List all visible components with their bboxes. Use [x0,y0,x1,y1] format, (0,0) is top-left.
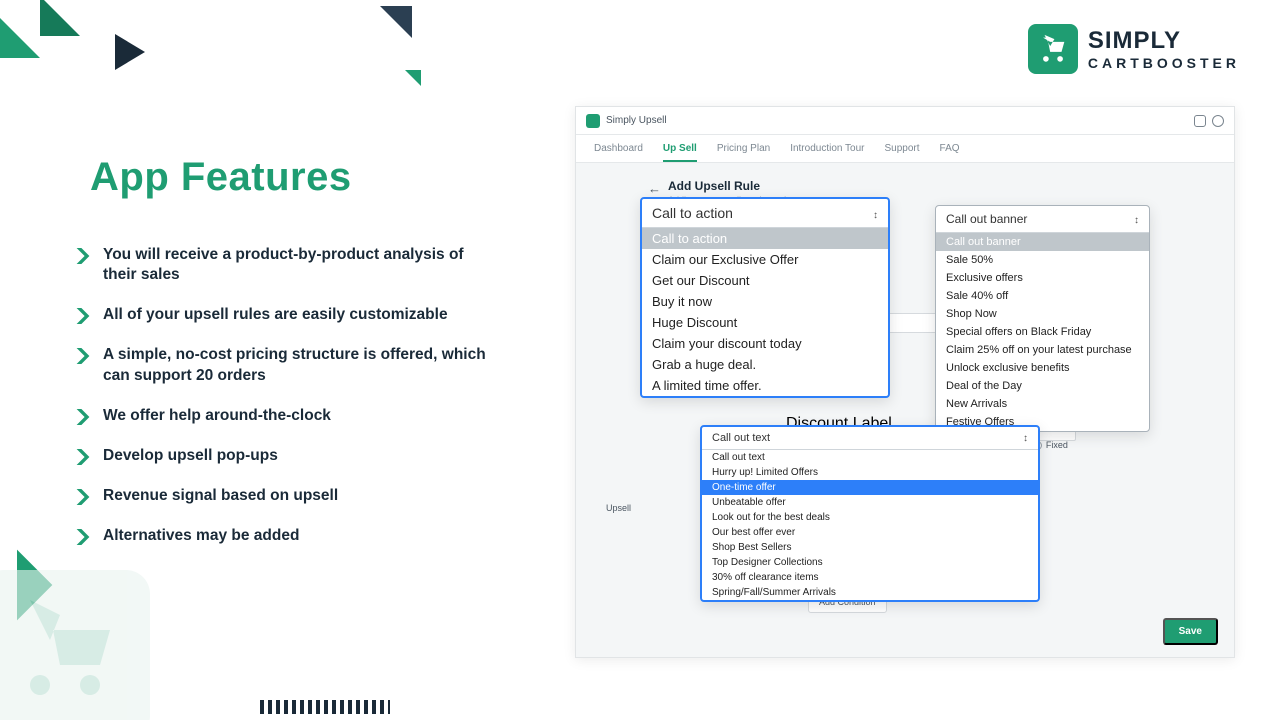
brand-logo-icon [1028,24,1078,74]
chevron-icon [75,489,91,505]
feature-item: Develop upsell pop-ups [75,446,495,466]
caret-icon [873,205,878,221]
brand-name-1: SIMPLY [1088,29,1240,53]
deco-hash [260,700,390,714]
dropdown-option[interactable]: Exclusive offers [936,269,1149,287]
dropdown-option[interactable]: Call to action [642,228,888,249]
dropdown-option[interactable]: Get our Discount [642,270,888,291]
dropdown-option[interactable]: Shop Best Sellers [702,540,1038,555]
dropdown-option[interactable]: Our best offer ever [702,525,1038,540]
dropdown-selected: Call out banner [946,212,1027,226]
tab-faq[interactable]: FAQ [940,143,960,154]
feature-item: A simple, no-cost pricing structure is o… [75,345,495,385]
dropdown-callout-banner[interactable]: Call out banner Call out banner Sale 50%… [935,205,1150,432]
feature-text: Alternatives may be added [103,526,299,546]
deco-triangle [405,70,421,86]
feature-item: Revenue signal based on upsell [75,486,495,506]
chevron-icon [75,409,91,425]
brand-logo: SIMPLY CARTBOOSTER [1028,24,1240,74]
bell-icon[interactable] [1194,115,1206,127]
app-tabs: Dashboard Up Sell Pricing Plan Introduct… [576,135,1234,163]
section-upsell: Upsell [606,503,631,513]
dropdown-option[interactable]: Sale 40% off [936,287,1149,305]
dropdown-option[interactable]: Claim 25% off on your latest purchase [936,341,1149,359]
caret-icon [1134,212,1139,226]
dropdown-call-to-action[interactable]: Call to action Call to action Claim our … [640,197,890,398]
tab-upsell[interactable]: Up Sell [663,143,697,154]
page-title: Add Upsell Rule [668,179,1210,193]
feature-item: You will receive a product-by-product an… [75,245,495,285]
dropdown-option[interactable]: One-time offer [702,480,1038,495]
feature-list: You will receive a product-by-product an… [75,225,495,546]
feature-text: Develop upsell pop-ups [103,446,278,466]
chevron-icon [75,248,91,264]
deco-cart-bg [0,570,150,720]
back-arrow-icon[interactable]: ← [648,181,661,196]
headline: App Features [90,155,352,200]
save-button[interactable]: Save [1163,618,1218,645]
dropdown-option[interactable]: Buy it now [642,291,888,312]
feature-text: Revenue signal based on upsell [103,486,338,506]
feature-item: Alternatives may be added [75,526,495,546]
chevron-icon [75,348,91,364]
dropdown-option[interactable]: Top Designer Collections [702,555,1038,570]
dropdown-option[interactable]: Unbeatable offer [702,495,1038,510]
app-titlebar: Simply Upsell [576,107,1234,135]
profile-icon[interactable] [1212,115,1224,127]
feature-text: A simple, no-cost pricing structure is o… [103,345,495,385]
dropdown-option[interactable]: Huge Discount [642,312,888,333]
tab-dashboard[interactable]: Dashboard [594,143,643,154]
feature-text: We offer help around-the-clock [103,406,331,426]
dropdown-option[interactable]: Unlock exclusive benefits [936,359,1149,377]
dropdown-option[interactable]: New Arrivals [936,395,1149,413]
dropdown-option[interactable]: Spring/Fall/Summer Arrivals [702,585,1038,600]
dropdown-option[interactable]: 30% off clearance items [702,570,1038,585]
feature-item: All of your upsell rules are easily cust… [75,305,495,325]
feature-text: All of your upsell rules are easily cust… [103,305,448,325]
dropdown-option[interactable]: Call out text [702,450,1038,465]
dropdown-selected: Call to action [652,205,733,221]
dropdown-option[interactable]: Claim your discount today [642,333,888,354]
dropdown-selected: Call out text [712,432,770,444]
dropdown-option[interactable]: Sale 50% [936,251,1149,269]
feature-text: You will receive a product-by-product an… [103,245,495,285]
deco-triangle [380,6,412,38]
feature-item: We offer help around-the-clock [75,406,495,426]
dropdown-callout-text[interactable]: Call out text Call out text Hurry up! Li… [700,425,1040,602]
dropdown-option[interactable]: Claim our Exclusive Offer [642,249,888,270]
deco-triangle [40,0,80,36]
dropdown-option[interactable]: Grab a huge deal. [642,354,888,375]
deco-triangle [115,34,145,70]
chevron-icon [75,308,91,324]
dropdown-option[interactable]: Look out for the best deals [702,510,1038,525]
app-name: Simply Upsell [606,115,667,126]
dropdown-option[interactable]: Hurry up! Limited Offers [702,465,1038,480]
caret-icon [1023,432,1028,444]
dropdown-option[interactable]: Call out banner [936,233,1149,251]
dropdown-option[interactable]: Shop Now [936,305,1149,323]
deco-triangle [0,18,40,58]
dropdown-option[interactable]: A limited time offer. [642,375,888,396]
tab-support[interactable]: Support [885,143,920,154]
chevron-icon [75,449,91,465]
tab-pricing[interactable]: Pricing Plan [717,143,770,154]
app-logo-icon [586,114,600,128]
tab-intro-tour[interactable]: Introduction Tour [790,143,864,154]
brand-name-2: CARTBOOSTER [1088,56,1240,70]
dropdown-option[interactable]: Special offers on Black Friday [936,323,1149,341]
chevron-icon [75,529,91,545]
dropdown-option[interactable]: Deal of the Day [936,377,1149,395]
